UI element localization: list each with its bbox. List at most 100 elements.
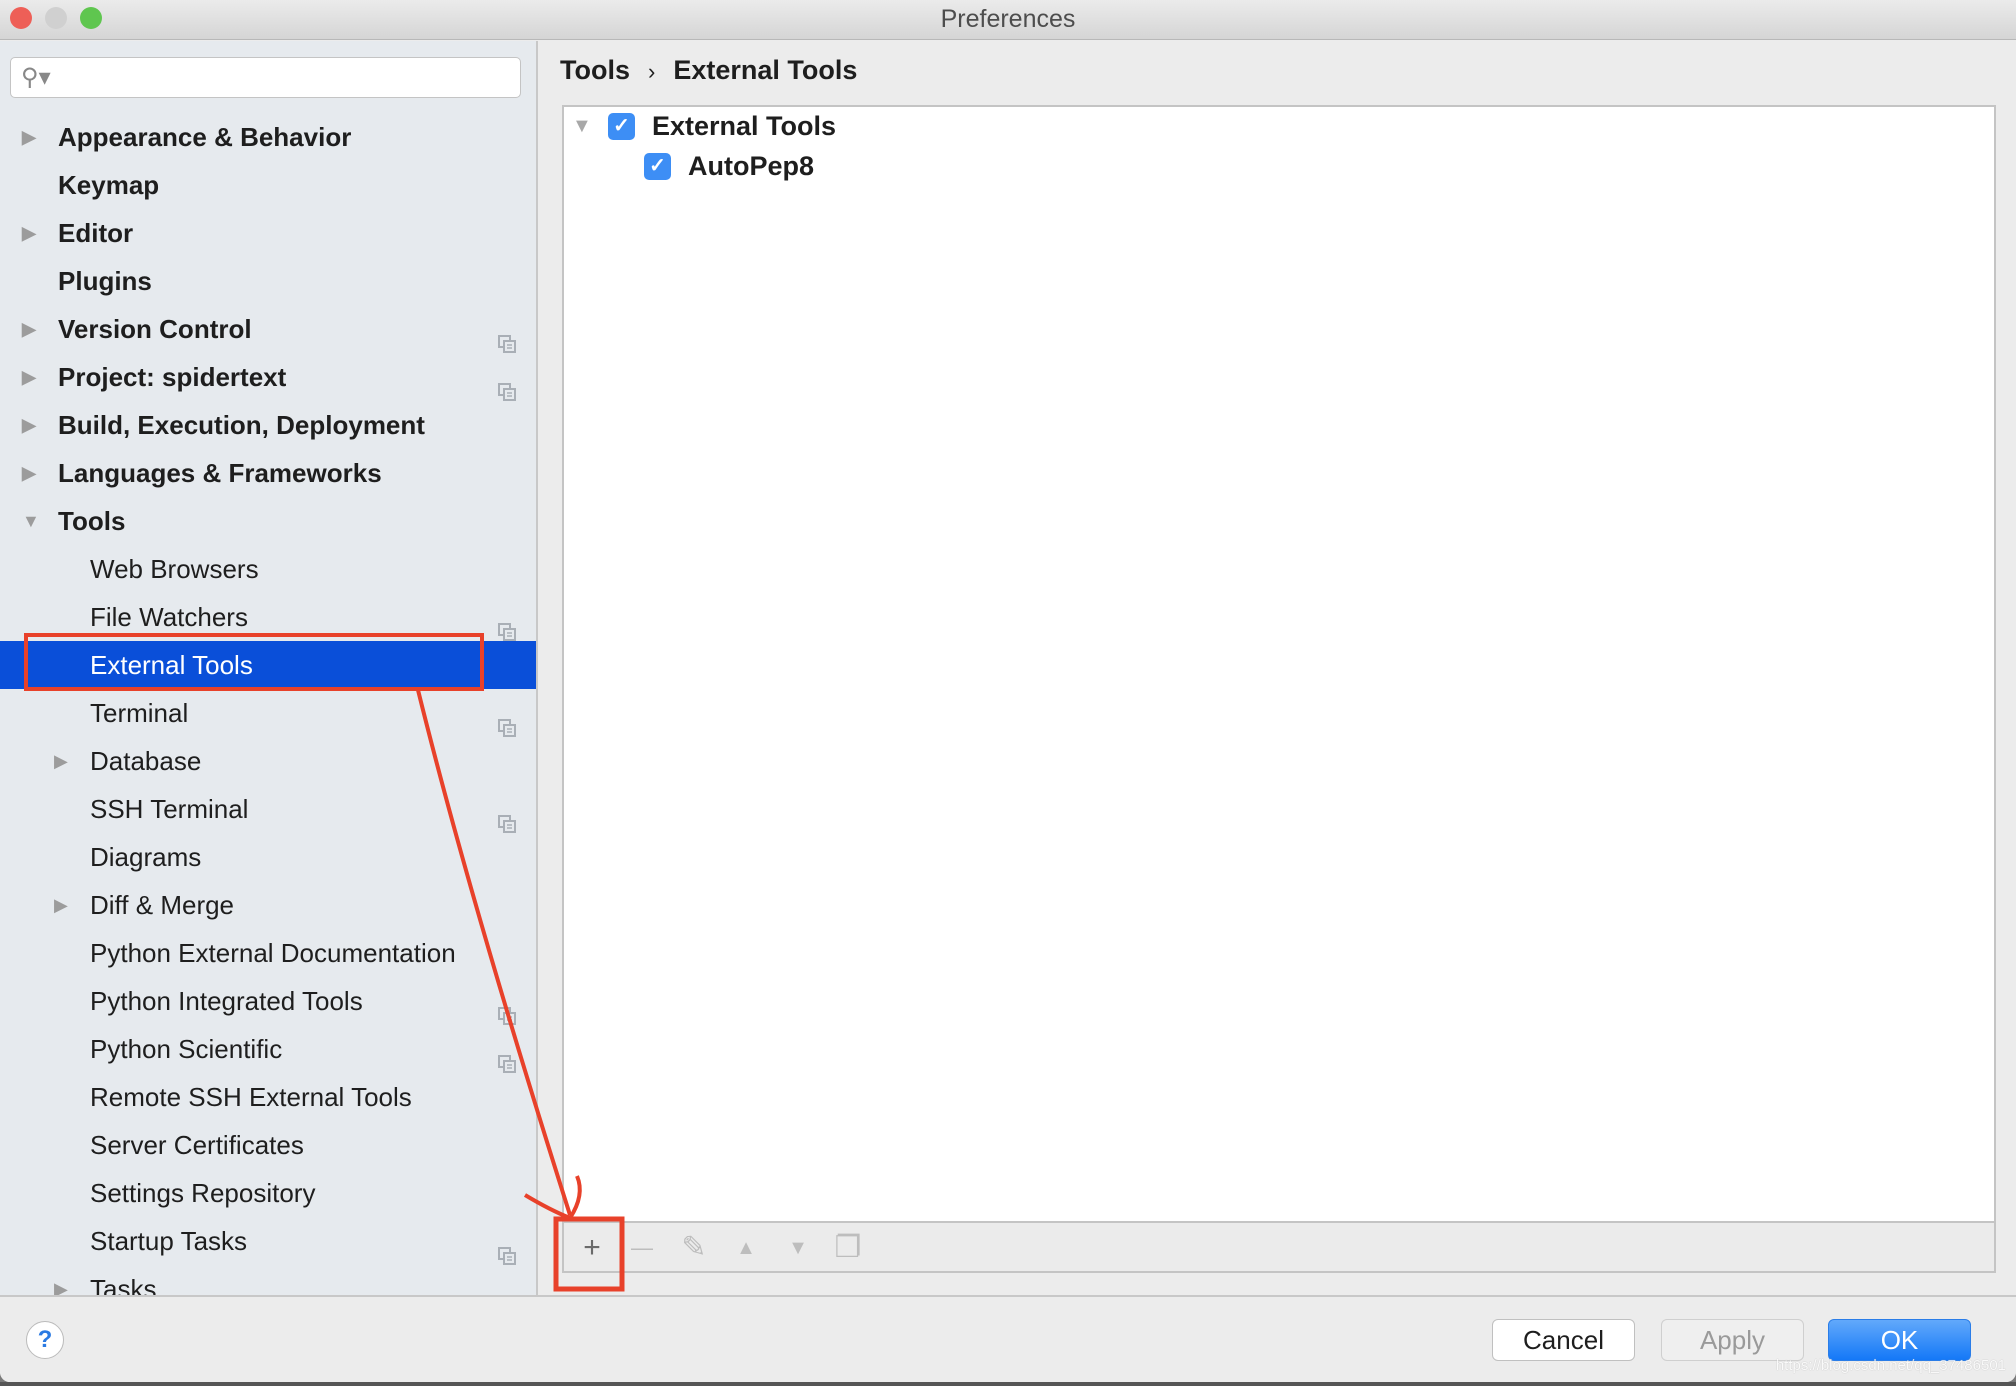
sidebar-item-label: Languages & Frameworks (58, 458, 382, 488)
project-settings-icon (498, 704, 516, 737)
sidebar-item-label: Tools (58, 506, 126, 536)
sidebar-item-build-execution-deployment[interactable]: ▶ Build, Execution, Deployment (0, 401, 536, 449)
sidebar-item-tasks[interactable]: ▶ Tasks (0, 1265, 536, 1295)
sidebar-item-label: Plugins (58, 266, 152, 296)
sidebar-item-web-browsers[interactable]: Web Browsers (0, 545, 536, 593)
sidebar-item-label: Build, Execution, Deployment (58, 410, 425, 440)
close-button[interactable] (10, 7, 32, 29)
sidebar-item-label: Database (90, 746, 202, 776)
tools-tree: ▼ ✓ External Tools ✓ AutoPep8 (562, 105, 1996, 1223)
external-tools-group-checkbox[interactable]: ✓ (608, 113, 635, 140)
move-down-icon[interactable]: ▼ (778, 1229, 818, 1267)
sidebar-item-database[interactable]: ▶ Database (0, 737, 536, 785)
breadcrumb-external-tools: External Tools (673, 55, 858, 85)
sidebar-item-file-watchers[interactable]: File Watchers (0, 593, 536, 641)
sidebar-item-remote-ssh-external-tools[interactable]: Remote SSH External Tools (0, 1073, 536, 1121)
project-settings-icon (498, 608, 516, 641)
apply-button[interactable]: Apply (1661, 1319, 1804, 1361)
remove-icon[interactable]: — (622, 1229, 662, 1267)
copy-icon[interactable]: ❐ (828, 1229, 868, 1267)
sidebar-item-appearance-behavior[interactable]: ▶ Appearance & Behavior (0, 113, 536, 161)
sidebar-item-label: Editor (58, 218, 134, 248)
sidebar-item-terminal[interactable]: Terminal (0, 689, 536, 737)
sidebar-item-keymap[interactable]: Keymap (0, 161, 536, 209)
sidebar-item-server-certificates[interactable]: Server Certificates (0, 1121, 536, 1169)
sidebar-item-label: Python External Documentation (90, 938, 456, 968)
sidebar-item-label: Startup Tasks (90, 1226, 248, 1256)
expand-arrow-icon[interactable]: ▶ (54, 1265, 68, 1295)
preferences-window: Preferences ⚲▾ ▶ Appearance & Behavior Key… (0, 0, 2016, 1382)
sidebar-item-python-integrated-tools[interactable]: Python Integrated Tools (0, 977, 536, 1025)
sidebar-item-external-tools[interactable]: External Tools (0, 641, 536, 689)
expand-arrow-icon[interactable]: ▶ (22, 449, 36, 497)
sidebar-item-label: Server Certificates (90, 1130, 304, 1160)
expand-arrow-icon[interactable]: ▶ (22, 305, 36, 353)
ok-button[interactable]: OK (1828, 1319, 1971, 1361)
sidebar-item-languages-frameworks[interactable]: ▶ Languages & Frameworks (0, 449, 536, 497)
expand-arrow-icon[interactable]: ▶ (22, 113, 36, 161)
search-input[interactable]: ⚲▾ (10, 57, 521, 98)
watermark: https://blog.csdn.net/qq_37486501 (1775, 1357, 2006, 1374)
sidebar-item-diagrams[interactable]: Diagrams (0, 833, 536, 881)
project-settings-icon (498, 320, 516, 353)
tree-item-external-tools[interactable]: External Tools (652, 111, 836, 142)
sidebar-item-label: SSH Terminal (90, 794, 249, 824)
sidebar-item-project-spidertext[interactable]: ▶ Project: spidertext (0, 353, 536, 401)
help-button[interactable]: ? (26, 1321, 64, 1359)
sidebar-item-label: Python Integrated Tools (90, 986, 363, 1016)
project-settings-icon (498, 1280, 516, 1295)
expand-arrow-icon[interactable]: ▶ (54, 737, 68, 785)
sidebar-item-editor[interactable]: ▶ Editor (0, 209, 536, 257)
sidebar-item-label: Project: spidertext (58, 362, 287, 392)
sidebar-item-label: Web Browsers (90, 554, 259, 584)
sidebar-item-startup-tasks[interactable]: Startup Tasks (0, 1217, 536, 1265)
project-settings-icon (498, 368, 516, 401)
sidebar-item-python-external-documentation[interactable]: Python External Documentation (0, 929, 536, 977)
sidebar-item-settings-repository[interactable]: Settings Repository (0, 1169, 536, 1217)
project-settings-icon (498, 1232, 516, 1265)
sidebar-item-label: Python Scientific (90, 1034, 283, 1064)
sidebar-item-diff-merge[interactable]: ▶ Diff & Merge (0, 881, 536, 929)
edit-icon[interactable]: ✎ (674, 1229, 714, 1267)
sidebar-item-label: Diff & Merge (90, 890, 235, 920)
sidebar-item-python-scientific[interactable]: Python Scientific (0, 1025, 536, 1073)
cancel-button[interactable]: Cancel (1492, 1319, 1635, 1361)
add-icon[interactable]: + (572, 1229, 612, 1267)
sidebar-item-label: Keymap (58, 170, 160, 200)
breadcrumb-tools[interactable]: Tools (560, 55, 630, 85)
tools-toolbar: + — ✎ ▲ ▼ ❐ (562, 1222, 1996, 1273)
title-bar: Preferences (0, 0, 2016, 40)
collapse-arrow-icon[interactable]: ▼ (22, 497, 40, 545)
sidebar-item-ssh-terminal[interactable]: SSH Terminal (0, 785, 536, 833)
external-tools-panel: Tools › External Tools ▼ ✓ External Tools … (540, 41, 2016, 1295)
sidebar-item-label: Settings Repository (90, 1178, 316, 1208)
settings-sidebar: ⚲▾ ▶ Appearance & Behavior Keymap ▶ Editor Pl… (0, 41, 538, 1295)
minimize-button[interactable] (45, 7, 67, 29)
move-up-icon[interactable]: ▲ (726, 1229, 766, 1267)
window-title: Preferences (940, 5, 1076, 33)
background-window (0, 1382, 2016, 1386)
sidebar-item-label: Version Control (58, 314, 252, 344)
sidebar-item-label: Tasks (90, 1274, 157, 1295)
expand-arrow-icon[interactable]: ▶ (54, 881, 68, 929)
expand-arrow-icon[interactable]: ▶ (22, 353, 36, 401)
sidebar-item-label: External Tools (90, 650, 253, 680)
dialog-footer: ? Cancel Apply OK https://blog.csdn.net/… (0, 1295, 2016, 1382)
tree-item-autopep8[interactable]: AutoPep8 (688, 151, 814, 182)
expand-triangle-icon[interactable]: ▼ (572, 115, 592, 138)
sidebar-item-plugins[interactable]: Plugins (0, 257, 536, 305)
expand-arrow-icon[interactable]: ▶ (22, 209, 36, 257)
zoom-button[interactable] (80, 7, 102, 29)
sidebar-item-version-control[interactable]: ▶ Version Control (0, 305, 536, 353)
project-settings-icon (498, 992, 516, 1025)
sidebar-item-label: Diagrams (90, 842, 202, 872)
sidebar-item-label: File Watchers (90, 602, 248, 632)
project-settings-icon (498, 800, 516, 833)
sidebar-item-tools[interactable]: ▼ Tools (0, 497, 536, 545)
breadcrumb-separator: › (648, 59, 656, 84)
search-icon: ⚲▾ (21, 64, 51, 91)
breadcrumb: Tools › External Tools (560, 55, 857, 86)
autopep8-checkbox[interactable]: ✓ (644, 153, 671, 180)
expand-arrow-icon[interactable]: ▶ (22, 401, 36, 449)
sidebar-item-label: Appearance & Behavior (58, 122, 352, 152)
